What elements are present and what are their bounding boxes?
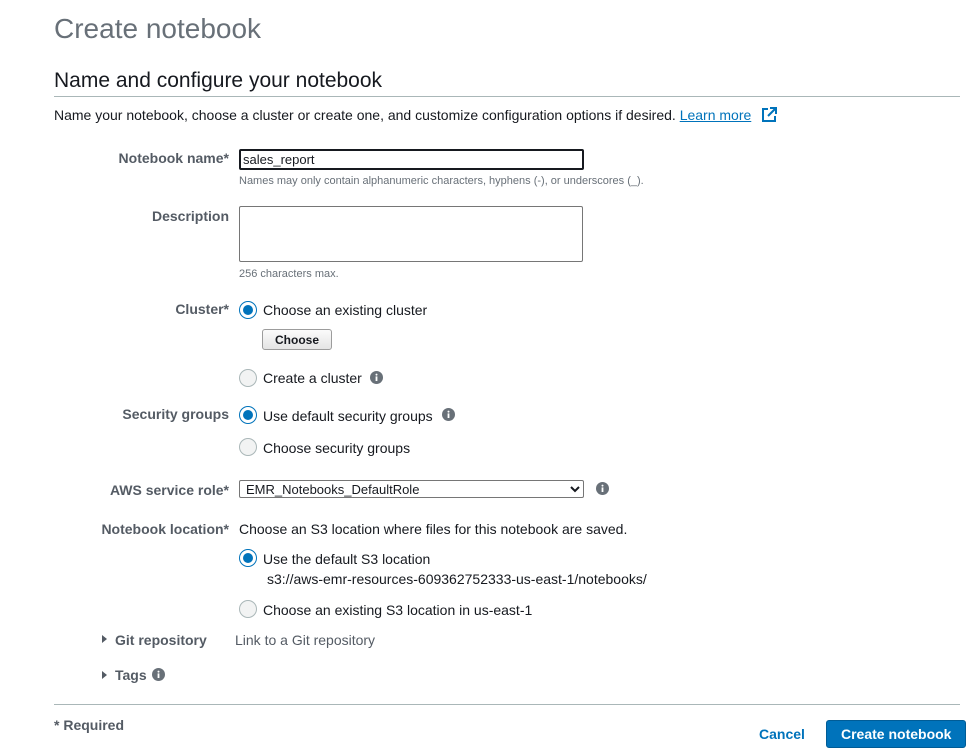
- security-default-label[interactable]: Use default security groups: [263, 407, 433, 425]
- info-icon[interactable]: [152, 668, 165, 681]
- create-notebook-button[interactable]: Create notebook: [826, 720, 967, 748]
- description-label: Description: [151, 208, 229, 224]
- section-description-text: Name your notebook, choose a cluster or …: [54, 107, 676, 123]
- choose-cluster-button[interactable]: Choose: [262, 329, 333, 350]
- cluster-existing-radio[interactable]: [239, 301, 257, 319]
- notebook-name-label: Notebook name*: [118, 150, 229, 166]
- git-repository-toggle[interactable]: Git repository: [115, 631, 207, 649]
- tags-toggle[interactable]: Tags: [115, 666, 147, 684]
- description-hint: 256 characters max.: [239, 268, 339, 280]
- git-repository-description: Link to a Git repository: [235, 632, 376, 648]
- security-default-radio[interactable]: [239, 406, 257, 424]
- learn-more-link[interactable]: Learn more: [680, 107, 752, 123]
- caret-right-icon[interactable]: [102, 635, 107, 643]
- section-title: Name and configure your notebook: [54, 69, 383, 92]
- service-role-select[interactable]: EMR_Notebooks_DefaultRole: [239, 480, 584, 498]
- section-description: Name your notebook, choose a cluster or …: [54, 106, 778, 124]
- cluster-create-radio[interactable]: [239, 369, 257, 387]
- description-textarea[interactable]: [239, 206, 583, 262]
- cluster-existing-label[interactable]: Choose an existing cluster: [263, 301, 427, 319]
- location-default-path: s3://aws-emr-resources-609362752333-us-e…: [267, 571, 647, 587]
- footer-divider: [54, 704, 960, 705]
- notebook-location-description: Choose an S3 location where files for th…: [239, 521, 628, 537]
- info-icon[interactable]: [596, 482, 609, 495]
- location-default-radio[interactable]: [239, 549, 257, 567]
- info-icon[interactable]: [370, 371, 383, 384]
- notebook-name-input[interactable]: [239, 149, 584, 170]
- page-title: Create notebook: [54, 13, 262, 44]
- location-default-label[interactable]: Use the default S3 location: [263, 550, 430, 568]
- security-groups-label: Security groups: [122, 406, 229, 422]
- security-choose-radio[interactable]: [239, 438, 257, 456]
- cluster-label: Cluster*: [175, 301, 229, 317]
- notebook-name-hint: Names may only contain alphanumeric char…: [239, 175, 644, 187]
- notebook-location-label: Notebook location*: [101, 521, 229, 537]
- section-divider: [54, 96, 960, 97]
- cluster-create-label[interactable]: Create a cluster: [263, 369, 362, 387]
- service-role-label: AWS service role*: [109, 482, 229, 498]
- location-existing-label[interactable]: Choose an existing S3 location in us-eas…: [263, 601, 532, 619]
- required-note: * Required: [54, 717, 125, 733]
- cancel-button[interactable]: Cancel: [759, 726, 805, 742]
- info-icon[interactable]: [442, 408, 455, 421]
- external-link-icon[interactable]: [761, 107, 778, 123]
- location-existing-radio[interactable]: [239, 600, 257, 618]
- caret-right-icon[interactable]: [102, 671, 107, 679]
- security-choose-label[interactable]: Choose security groups: [263, 439, 410, 457]
